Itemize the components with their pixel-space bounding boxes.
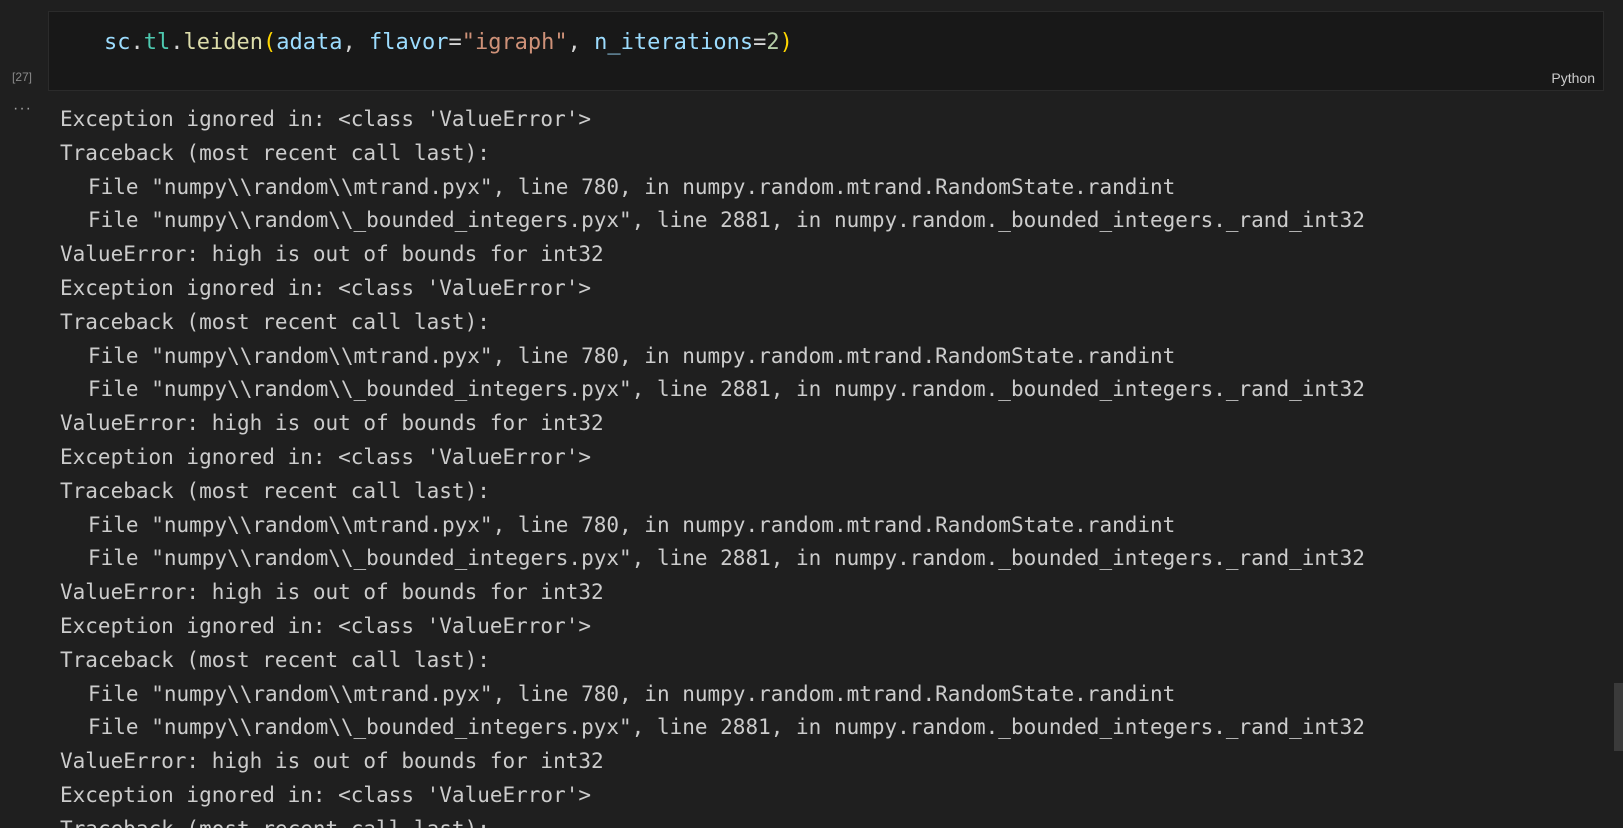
code-token: n_iterations [594, 30, 754, 55]
output-line: File "numpy\\random\\mtrand.pyx", line 7… [88, 512, 1176, 537]
output-line: File "numpy\\random\\_bounded_integers.p… [88, 546, 1365, 571]
output-line: ValueError: high is out of bounds for in… [60, 411, 604, 436]
code-token: , [342, 30, 369, 55]
output-line: Exception ignored in: <class 'ValueError… [60, 275, 592, 300]
output-line: File "numpy\\random\\_bounded_integers.p… [88, 715, 1365, 740]
code-token: adata [276, 30, 343, 55]
output-line: File "numpy\\random\\mtrand.pyx", line 7… [88, 174, 1176, 199]
output-line: Traceback (most recent call last): [60, 647, 490, 672]
code-token: ( [262, 30, 277, 55]
output-line: Exception ignored in: <class 'ValueError… [60, 107, 592, 131]
execution-count: [27] [12, 70, 33, 84]
output-line: File "numpy\\random\\_bounded_integers.p… [88, 377, 1365, 402]
output-line: Exception ignored in: <class 'ValueError… [60, 613, 592, 638]
code-token: sc [104, 30, 131, 55]
code-token: , [567, 30, 595, 55]
output-line: ValueError: high is out of bounds for in… [60, 242, 604, 267]
code-token: = [753, 30, 767, 55]
output-line: File "numpy\\random\\mtrand.pyx", line 7… [88, 681, 1176, 706]
output-line: Traceback (most recent call last): [60, 813, 1560, 828]
language-selector[interactable]: Python [1551, 70, 1595, 86]
code-token: tl [143, 30, 171, 55]
code-token: ) [779, 30, 793, 55]
output-line: Traceback (most recent call last): [60, 309, 490, 334]
scrollbar-thumb[interactable] [1614, 683, 1623, 751]
code-cell[interactable]: sc.tl.leiden(adata, flavor="igraph", n_i… [48, 11, 1604, 91]
output-line: Traceback (most recent call last): [60, 478, 490, 503]
output-more-actions-icon[interactable]: ··· [13, 100, 32, 118]
code-editor-line[interactable]: sc.tl.leiden(adata, flavor="igraph", n_i… [104, 28, 793, 58]
output-line: File "numpy\\random\\mtrand.pyx", line 7… [88, 343, 1176, 368]
code-token: flavor [368, 30, 449, 55]
output-line: File "numpy\\random\\_bounded_integers.p… [88, 208, 1365, 233]
output-line: Exception ignored in: <class 'ValueError… [60, 444, 592, 469]
code-token: 2 [766, 30, 780, 55]
output-line: ValueError: high is out of bounds for in… [60, 749, 604, 774]
code-token: . [130, 30, 144, 55]
code-token: = [448, 30, 462, 55]
cell-output: Exception ignored in: <class 'ValueError… [60, 103, 1560, 828]
output-line: Exception ignored in: <class 'ValueError… [60, 782, 592, 807]
code-token: leiden [183, 30, 263, 55]
code-token: "igraph" [461, 30, 568, 55]
output-line: ValueError: high is out of bounds for in… [60, 580, 604, 605]
output-line: Traceback (most recent call last): [60, 140, 490, 165]
code-token: . [170, 30, 184, 55]
